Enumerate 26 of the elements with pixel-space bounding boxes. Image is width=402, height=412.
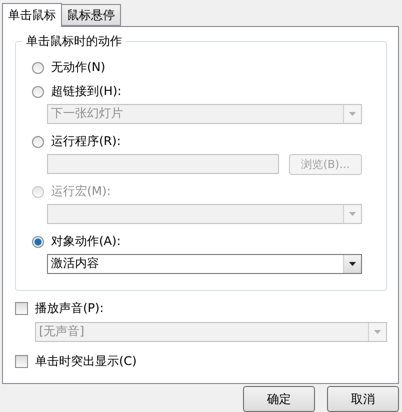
dialog-button[interactable]: 确定: [243, 386, 315, 412]
radio-button[interactable]: [32, 136, 44, 148]
dropdown-value: 下一张幻灯片: [51, 105, 123, 122]
radio-label: 对象动作(A):: [51, 233, 121, 250]
radio-button[interactable]: [32, 236, 44, 248]
dropdown-value: [无声音]: [39, 323, 84, 340]
radio-label: 运行宏(M):: [51, 183, 111, 200]
radio-label: 无动作(N): [51, 59, 106, 76]
radio-button[interactable]: [32, 86, 44, 98]
checkbox-label: 播放声音(P):: [35, 300, 104, 317]
dialog-button[interactable]: 取消: [327, 386, 399, 412]
caret-icon: [349, 112, 356, 116]
radio-label: 运行程序(R):: [51, 133, 121, 150]
caret-icon: [374, 330, 381, 334]
radio-label: 超链接到(H):: [51, 83, 122, 100]
radio-button[interactable]: [32, 62, 44, 74]
checkbox[interactable]: [15, 354, 28, 368]
dropdown[interactable]: 激活内容: [47, 254, 362, 274]
dropdown-value: 激活内容: [51, 255, 99, 272]
tab[interactable]: 单击鼠标: [2, 2, 62, 27]
checkbox[interactable]: [15, 302, 28, 315]
caret-icon: [349, 262, 356, 266]
checkbox-label: 单击时突出显示(C): [35, 352, 137, 370]
caret-icon: [349, 212, 356, 216]
group-title: 单击鼠标时的动作: [22, 32, 126, 50]
tab[interactable]: 鼠标悬停: [61, 4, 121, 26]
